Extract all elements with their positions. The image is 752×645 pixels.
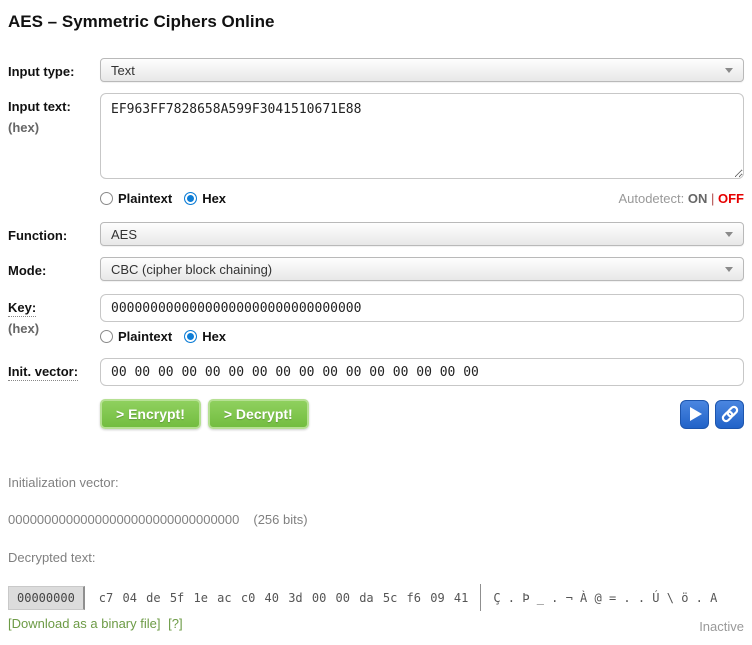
autodetect-label: Autodetect: — [618, 191, 684, 206]
init-vector-input[interactable] — [100, 358, 744, 386]
key-label: Key: — [8, 300, 36, 317]
hex-dump-row: 00000000 c7 04 de 5f 1e ac c0 40 3d 00 0… — [8, 584, 744, 611]
chevron-down-icon — [725, 68, 733, 73]
chain-link-icon — [719, 403, 741, 425]
hex-offset: 00000000 — [8, 586, 85, 610]
function-value: AES — [111, 227, 137, 242]
init-vector-label: Init. vector: — [8, 364, 78, 381]
key-format-radio-group: Plaintext Hex — [100, 329, 744, 344]
input-format-radio-group: Plaintext Hex Autodetect: ON | OFF — [100, 191, 744, 206]
page-title: AES – Symmetric Ciphers Online — [8, 12, 744, 32]
function-label: Function: — [8, 228, 67, 243]
help-link[interactable]: [?] — [168, 616, 182, 631]
key-format-hex-label: Hex — [202, 329, 226, 344]
iv-result-line: 00000000000000000000000000000000 (256 bit… — [8, 512, 744, 527]
input-format-plaintext-radio[interactable] — [100, 192, 113, 205]
input-format-hex-label: Hex — [202, 191, 226, 206]
chevron-down-icon — [725, 232, 733, 237]
key-input[interactable] — [100, 294, 744, 322]
encrypt-button[interactable]: > Encrypt! — [100, 399, 201, 429]
autodetect-off-link[interactable]: OFF — [718, 191, 744, 206]
decrypt-button[interactable]: > Decrypt! — [208, 399, 309, 429]
iv-result-bits: (256 bits) — [253, 512, 307, 527]
autodetect-toggle: Autodetect: ON | OFF — [618, 191, 744, 206]
results-footer: [Download as a binary file] [?] Inactive — [8, 616, 744, 634]
aes-tool-page: AES – Symmetric Ciphers Online Input typ… — [8, 12, 744, 634]
key-format-plaintext-radio[interactable] — [100, 330, 113, 343]
download-binary-link[interactable]: [Download as a binary file] — [8, 616, 160, 631]
actions-row: > Encrypt! > Decrypt! — [8, 399, 744, 429]
key-row: Key: (hex) Plaintext Hex — [8, 294, 744, 358]
input-text-label: Input text: — [8, 99, 71, 114]
input-format-hex-radio[interactable] — [184, 192, 197, 205]
input-type-value: Text — [111, 63, 135, 78]
autodetect-on-link[interactable]: ON — [688, 191, 708, 206]
input-format-plaintext-label: Plaintext — [118, 191, 172, 206]
chevron-down-icon — [725, 267, 733, 272]
play-icon — [690, 407, 702, 421]
key-format-plaintext-label: Plaintext — [118, 329, 172, 344]
mode-label: Mode: — [8, 263, 46, 278]
permalink-button[interactable] — [715, 400, 744, 429]
mode-row: Mode: CBC (cipher block chaining) — [8, 257, 744, 281]
function-row: Function: AES — [8, 222, 744, 246]
results-section: Initialization vector: 00000000000000000… — [8, 475, 744, 634]
autodetect-separator: | — [711, 191, 714, 206]
mode-value: CBC (cipher block chaining) — [111, 262, 272, 277]
input-type-row: Input type: Text — [8, 58, 744, 82]
status-text: Inactive — [699, 616, 744, 634]
input-type-select[interactable]: Text — [100, 58, 744, 82]
init-vector-row: Init. vector: — [8, 358, 744, 386]
decrypted-text-heading: Decrypted text: — [8, 550, 744, 565]
hex-ascii: Ç . Þ _ . ¬ À @ = . . Ú \ ö . A — [493, 591, 717, 605]
key-hex-sublabel: (hex) — [8, 321, 100, 336]
input-text-area[interactable]: EF963FF7828658A599F3041510671E88 — [100, 93, 744, 179]
hex-ascii-divider — [480, 584, 481, 611]
run-button[interactable] — [680, 400, 709, 429]
key-format-hex-radio[interactable] — [184, 330, 197, 343]
input-text-row: Input text: (hex) EF963FF7828658A599F304… — [8, 93, 744, 206]
mode-select[interactable]: CBC (cipher block chaining) — [100, 257, 744, 281]
input-text-hex-sublabel: (hex) — [8, 120, 100, 135]
iv-result-value: 00000000000000000000000000000000 — [8, 512, 239, 527]
iv-result-heading: Initialization vector: — [8, 475, 744, 490]
function-select[interactable]: AES — [100, 222, 744, 246]
input-type-label: Input type: — [8, 64, 74, 79]
hex-bytes: c7 04 de 5f 1e ac c0 40 3d 00 00 da 5c f… — [99, 591, 469, 605]
